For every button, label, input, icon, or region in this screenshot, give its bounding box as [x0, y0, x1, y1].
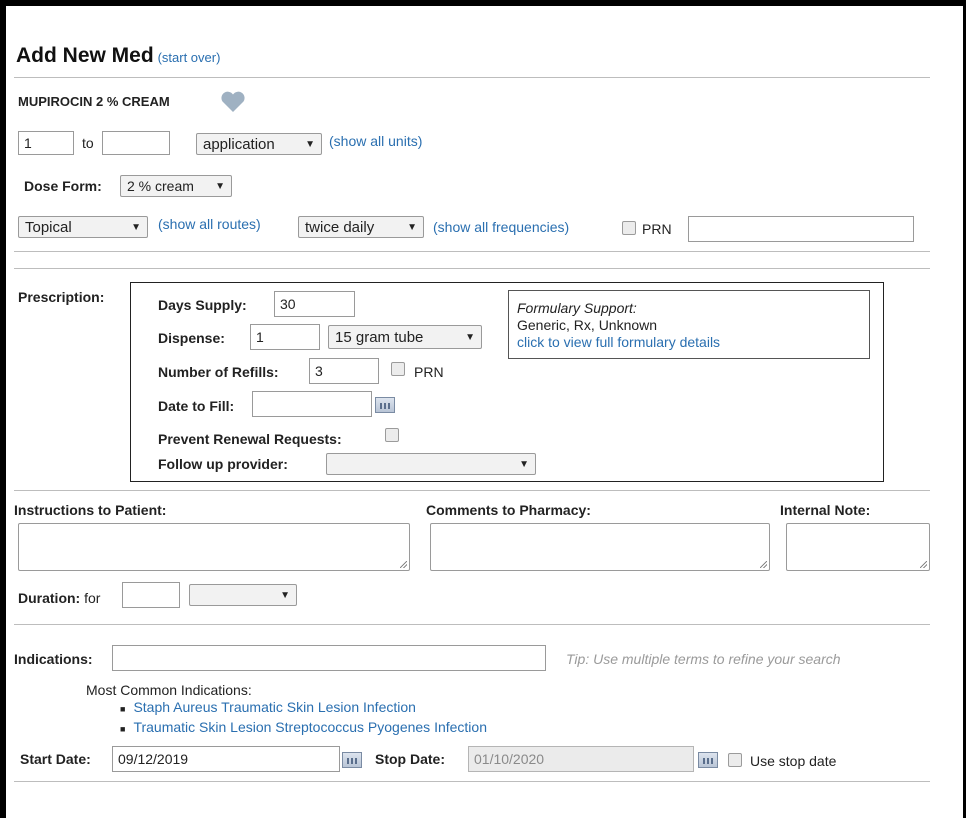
chevron-down-icon: ▼	[305, 138, 315, 150]
instructions-label: Instructions to Patient:	[14, 502, 167, 518]
chevron-down-icon: ▼	[131, 221, 141, 233]
show-all-routes-link[interactable]: (show all routes)	[158, 216, 261, 232]
prn-checkbox[interactable]	[622, 221, 636, 235]
refills-prn-label: PRN	[414, 364, 444, 380]
calendar-icon[interactable]	[698, 752, 718, 768]
show-all-units-link[interactable]: (show all units)	[329, 133, 422, 149]
refills-input[interactable]	[309, 358, 379, 384]
page-title: Add New Med	[16, 44, 154, 67]
duration-row-label: Duration: for	[18, 590, 100, 606]
calendar-icon[interactable]	[342, 752, 362, 768]
dose-unit-select[interactable]: application ▼	[196, 133, 322, 155]
indications-tip: Tip: Use multiple terms to refine your s…	[566, 651, 841, 667]
comments-textarea[interactable]	[430, 523, 770, 571]
instructions-textarea[interactable]	[18, 523, 410, 571]
refills-label: Number of Refills:	[158, 364, 279, 380]
dispense-label: Dispense:	[158, 330, 225, 346]
dose-unit-value: application	[203, 135, 275, 153]
chevron-down-icon: ▼	[280, 589, 290, 601]
start-date-input[interactable]	[112, 746, 340, 772]
dose-to-input[interactable]	[102, 131, 170, 155]
common-indications-label: Most Common Indications:	[86, 682, 252, 698]
dispense-unit-select[interactable]: 15 gram tube ▼	[328, 325, 482, 349]
formulary-box: Formulary Support: Generic, Rx, Unknown …	[508, 290, 870, 359]
dose-to-label: to	[82, 135, 94, 151]
chevron-down-icon: ▼	[465, 331, 475, 343]
date-to-fill-input[interactable]	[252, 391, 372, 417]
dose-form-label: Dose Form:	[24, 178, 102, 194]
show-all-frequencies-link[interactable]: (show all frequencies)	[433, 219, 569, 235]
heart-icon[interactable]	[220, 91, 246, 113]
list-item: ■ Staph Aureus Traumatic Skin Lesion Infe…	[120, 698, 487, 718]
chevron-down-icon: ▼	[519, 458, 529, 470]
chevron-down-icon: ▼	[407, 221, 417, 233]
divider	[14, 77, 930, 78]
common-indications-list: ■ Staph Aureus Traumatic Skin Lesion Infe…	[120, 698, 487, 738]
dose-form-value: 2 % cream	[127, 178, 194, 194]
use-stop-date-label: Use stop date	[750, 753, 837, 769]
divider	[14, 490, 930, 491]
med-name: MUPIROCIN 2 % CREAM	[18, 94, 170, 109]
comments-label: Comments to Pharmacy:	[426, 502, 591, 518]
list-item: ■ Traumatic Skin Lesion Streptococcus Pyo…	[120, 718, 487, 738]
frequency-select[interactable]: twice daily ▼	[298, 216, 424, 238]
prn-label: PRN	[642, 221, 672, 237]
start-date-label: Start Date:	[20, 751, 91, 767]
formulary-title: Formulary Support:	[517, 300, 637, 316]
use-stop-date-checkbox[interactable]	[728, 753, 742, 767]
divider	[14, 781, 930, 782]
frequency-value: twice daily	[305, 218, 375, 236]
internal-note-label: Internal Note:	[780, 502, 871, 518]
bullet-icon: ■	[120, 704, 126, 714]
prevent-renewal-label: Prevent Renewal Requests:	[158, 431, 342, 447]
days-supply-input[interactable]	[274, 291, 355, 317]
days-supply-label: Days Supply:	[158, 297, 247, 313]
dose-form-select[interactable]: 2 % cream ▼	[120, 175, 232, 197]
bullet-icon: ■	[120, 724, 126, 734]
route-value: Topical	[25, 218, 72, 236]
divider	[14, 624, 930, 625]
formulary-details-link[interactable]: click to view full formulary details	[517, 334, 720, 350]
route-select[interactable]: Topical ▼	[18, 216, 148, 238]
duration-input[interactable]	[122, 582, 180, 608]
divider	[14, 251, 930, 252]
chevron-down-icon: ▼	[215, 180, 225, 192]
refills-prn-checkbox[interactable]	[391, 362, 405, 376]
indications-input[interactable]	[112, 645, 546, 671]
duration-for-label: for	[84, 590, 101, 606]
start-over-link[interactable]: (start over)	[158, 50, 221, 65]
follow-up-provider-select[interactable]: ▼	[326, 453, 536, 475]
dose-from-input[interactable]	[18, 131, 74, 155]
duration-label: Duration:	[18, 590, 81, 606]
stop-date-label: Stop Date:	[375, 751, 445, 767]
common-indication-link[interactable]: Traumatic Skin Lesion Streptococcus Pyog…	[133, 719, 487, 735]
stop-date-input[interactable]	[468, 746, 694, 772]
prevent-renewal-checkbox[interactable]	[385, 428, 399, 442]
prescription-label: Prescription:	[18, 289, 105, 305]
calendar-icon[interactable]	[375, 397, 395, 413]
page-header: Add New Med (start over)	[16, 44, 220, 68]
internal-note-textarea[interactable]	[786, 523, 930, 571]
date-to-fill-label: Date to Fill:	[158, 398, 235, 414]
divider	[14, 268, 930, 269]
indications-label: Indications:	[14, 651, 93, 667]
dispense-unit-value: 15 gram tube	[335, 328, 424, 346]
prn-reason-input[interactable]	[688, 216, 914, 242]
duration-unit-select[interactable]: ▼	[189, 584, 297, 606]
formulary-status: Generic, Rx, Unknown	[517, 317, 658, 333]
follow-up-label: Follow up provider:	[158, 456, 288, 472]
common-indication-link[interactable]: Staph Aureus Traumatic Skin Lesion Infec…	[133, 699, 416, 715]
dispense-qty-input[interactable]	[250, 324, 320, 350]
